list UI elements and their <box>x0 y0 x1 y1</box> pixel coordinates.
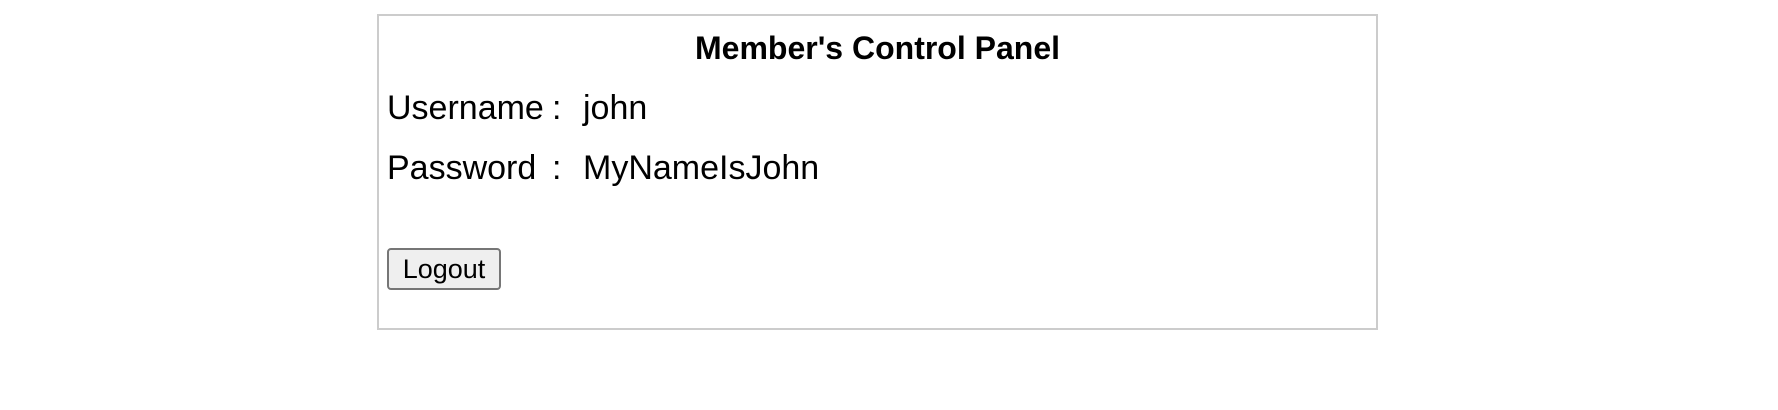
panel-title: Member's Control Panel <box>694 30 1060 66</box>
username-value: john <box>583 89 648 127</box>
password-separator: : <box>552 149 562 187</box>
member-control-panel: Member's Control Panel Username : john P… <box>377 14 1378 330</box>
logout-button[interactable]: Logout <box>387 248 501 290</box>
password-label: Password <box>387 149 537 187</box>
password-value: MyNameIsJohn <box>583 149 820 187</box>
username-separator: : <box>552 89 562 127</box>
username-label: Username <box>387 89 544 127</box>
